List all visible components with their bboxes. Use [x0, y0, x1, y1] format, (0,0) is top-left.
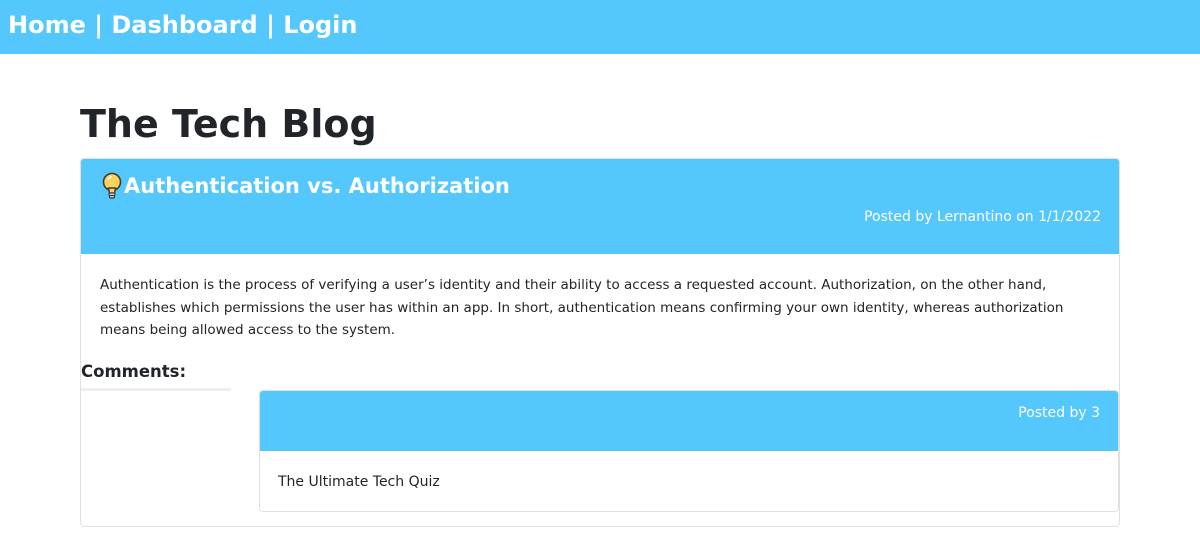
post-meta: Posted by Lernantino on 1/1/2022	[864, 209, 1101, 225]
top-navbar: Home | Dashboard | Login	[0, 0, 1200, 54]
comments-heading: Comments:	[81, 362, 187, 381]
page-title: The Tech Blog	[80, 102, 377, 146]
post-title[interactable]: Authentication vs. Authorization	[124, 171, 510, 201]
nav-dashboard-link[interactable]: Dashboard	[111, 11, 257, 39]
post-title-row[interactable]: Authentication vs. Authorization	[101, 171, 510, 201]
comment-meta: Posted by 3	[1018, 405, 1100, 421]
comment-card: Posted by 3 The Ultimate Tech Quiz	[259, 390, 1119, 512]
comments-divider	[81, 388, 231, 391]
post-card: Authentication vs. Authorization Posted …	[80, 158, 1120, 527]
comment-header: Posted by 3	[260, 391, 1118, 451]
post-body: Authentication is the process of verifyi…	[100, 277, 1064, 338]
nav-home-link[interactable]: Home	[8, 11, 86, 39]
nav-links: Home | Dashboard | Login	[8, 8, 357, 42]
comment-body: The Ultimate Tech Quiz	[278, 474, 440, 490]
nav-separator: |	[266, 11, 275, 39]
nav-login-link[interactable]: Login	[283, 11, 357, 39]
lightbulb-icon	[101, 172, 123, 200]
nav-separator: |	[94, 11, 103, 39]
post-header: Authentication vs. Authorization Posted …	[81, 159, 1119, 254]
